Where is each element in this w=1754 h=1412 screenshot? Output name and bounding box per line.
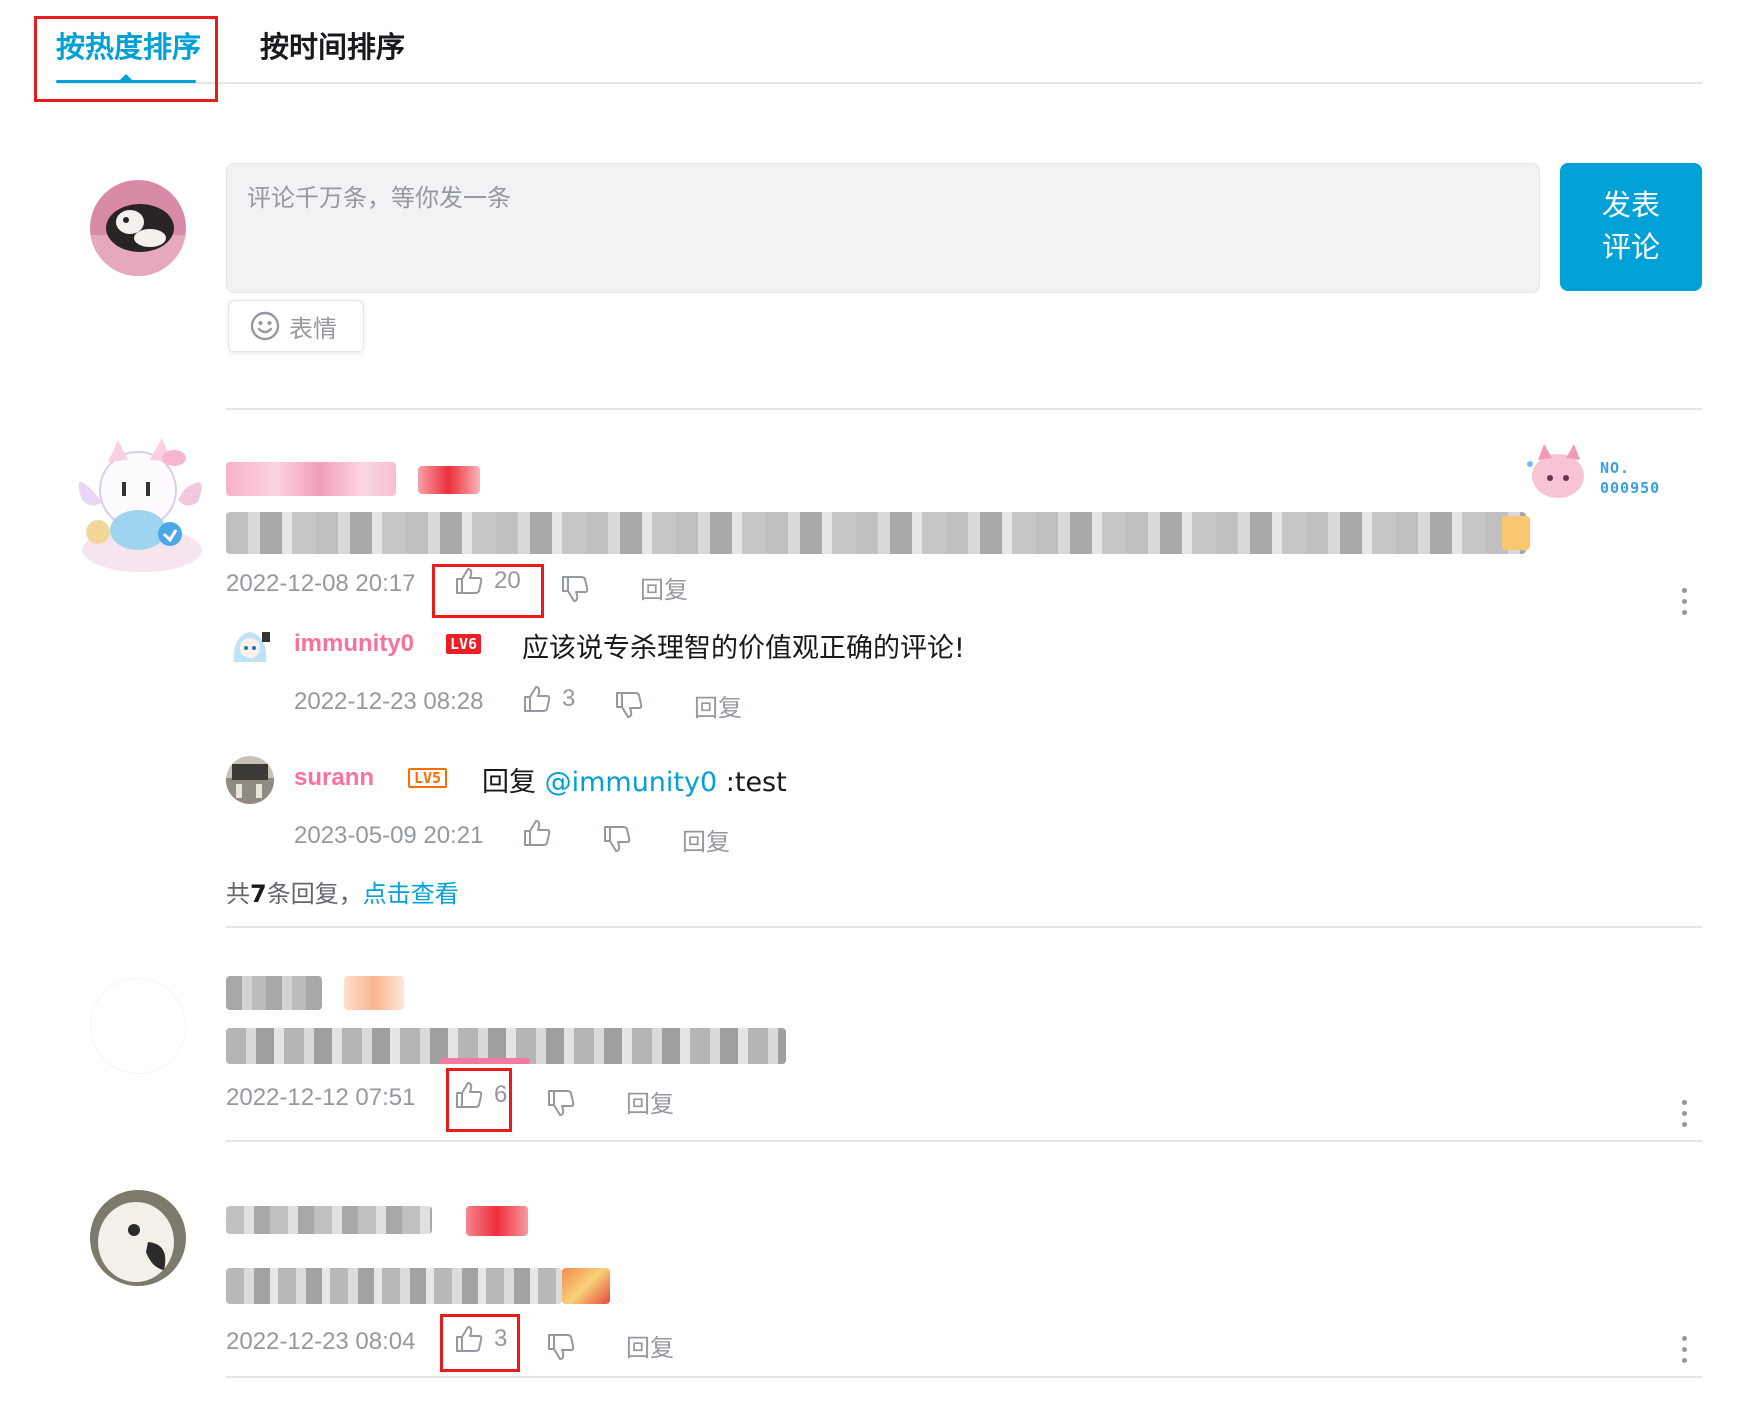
comment-input[interactable] [226, 163, 1540, 293]
post-button-label-line1: 发表 [1601, 188, 1660, 222]
reply-1-like-count: 3 [562, 685, 576, 712]
reply-2-reply-button[interactable]: 回复 [682, 822, 730, 857]
reply-2-dislike-button[interactable] [602, 824, 632, 854]
comment-2-level-badge-blurred [344, 976, 404, 1010]
comment-1-reply-button[interactable]: 回复 [640, 570, 688, 605]
reply-1-like-button[interactable]: 3 [522, 684, 575, 714]
reply-2-time: 2023-05-09 20:21 [294, 822, 484, 849]
smiley-icon [250, 311, 280, 341]
comment-1-emoji-blurred [1502, 516, 1530, 550]
fan-badge-number: NO. 000950 [1600, 459, 1661, 497]
reply-2-text: 回复 @immunity0 :test [482, 760, 787, 799]
comment-3-emoji-blurred [562, 1268, 610, 1304]
active-tab-underline [56, 80, 196, 83]
comment-3-avatar[interactable] [90, 1190, 186, 1286]
thumbs-up-icon [456, 568, 483, 594]
reply-2-mention[interactable]: @immunity0 [545, 767, 718, 798]
comment-1-more-icon[interactable] [1680, 588, 1688, 618]
reply-1-level-badge: LV6 [446, 634, 482, 654]
comment-2-dislike-button[interactable] [546, 1088, 576, 1118]
divider [226, 1140, 1702, 1142]
post-comment-button[interactable]: 发表 评论 [1560, 163, 1702, 291]
comment-2-avatar[interactable] [90, 978, 186, 1074]
reply-1-reply-button[interactable]: 回复 [694, 688, 742, 723]
thumbs-down-icon [562, 576, 589, 602]
thumbs-down-icon [604, 826, 631, 852]
reply-1-username[interactable]: immunity0 [294, 630, 414, 658]
reply-2-avatar[interactable] [226, 756, 274, 804]
tab-sort-by-time[interactable]: 按时间排序 [260, 24, 405, 66]
comment-1-time: 2022-12-08 20:17 [226, 570, 416, 597]
comment-1-like-count: 20 [494, 567, 521, 594]
post-button-label-line2: 评论 [1601, 230, 1660, 264]
comment-3-username-blurred [226, 1206, 432, 1234]
thumbs-up-icon [524, 820, 551, 846]
reply-1-dislike-button[interactable] [614, 690, 644, 720]
more-replies: 共7条回复，点击查看 [226, 880, 459, 908]
comment-1-dislike-button[interactable] [560, 574, 590, 604]
thumbs-up-icon [524, 686, 551, 712]
comment-1-like-button[interactable]: 20 [454, 566, 521, 596]
reply-2-username[interactable]: surann [294, 764, 374, 792]
thumbs-down-icon [616, 692, 643, 718]
reply-2-prefix: 回复 [482, 767, 536, 798]
comment-2-like-button[interactable]: 6 [454, 1080, 507, 1110]
thumbs-down-icon [548, 1334, 575, 1360]
comment-3-time: 2022-12-23 08:04 [226, 1328, 416, 1355]
emoji-button[interactable]: 表情 [228, 300, 364, 352]
comment-3-like-count: 3 [494, 1325, 508, 1352]
comment-2-like-count: 6 [494, 1081, 508, 1108]
divider [226, 1376, 1702, 1378]
reply-2-like-button[interactable] [522, 818, 552, 848]
more-replies-count: 7 [250, 880, 267, 908]
comment-3-dislike-button[interactable] [546, 1332, 576, 1362]
comment-3-reply-button[interactable]: 回复 [626, 1328, 674, 1363]
comment-3-more-icon[interactable] [1680, 1336, 1688, 1366]
comment-2-content-link-blurred [440, 1058, 530, 1064]
comment-3-like-button[interactable]: 3 [454, 1324, 507, 1354]
sort-tabs: 按热度排序 按时间排序 [56, 0, 1702, 84]
thumbs-up-icon [456, 1326, 483, 1352]
comment-2-reply-button[interactable]: 回复 [626, 1084, 674, 1119]
reply-2-level-badge: LV5 [408, 768, 448, 788]
comment-1-level-badge-blurred [418, 466, 480, 494]
comment-1-content-blurred [226, 512, 1526, 554]
divider [226, 926, 1702, 928]
tab-sort-by-hot[interactable]: 按热度排序 [56, 24, 201, 66]
comment-2-time: 2022-12-12 07:51 [226, 1084, 416, 1111]
thumbs-down-icon [548, 1090, 575, 1116]
comment-2-username-blurred [226, 976, 322, 1010]
comment-3-level-badge-blurred [466, 1206, 528, 1236]
view-more-replies-link[interactable]: 点击查看 [363, 880, 459, 908]
current-user-avatar[interactable] [90, 180, 186, 276]
comment-3-content-blurred [226, 1268, 562, 1304]
thumbs-up-icon [456, 1082, 483, 1108]
active-tab-caret [120, 74, 132, 80]
divider [226, 408, 1702, 410]
reply-1-text: 应该说专杀理智的价值观正确的评论! [522, 633, 965, 664]
comment-1-username-blurred [226, 462, 396, 496]
reply-2-content: :test [725, 767, 787, 798]
comment-1-avatar[interactable] [62, 430, 214, 578]
reply-1-time: 2022-12-23 08:28 [294, 688, 484, 715]
emoji-label: 表情 [289, 314, 337, 343]
reply-1-avatar[interactable] [226, 622, 274, 670]
comment-2-more-icon[interactable] [1680, 1100, 1688, 1130]
